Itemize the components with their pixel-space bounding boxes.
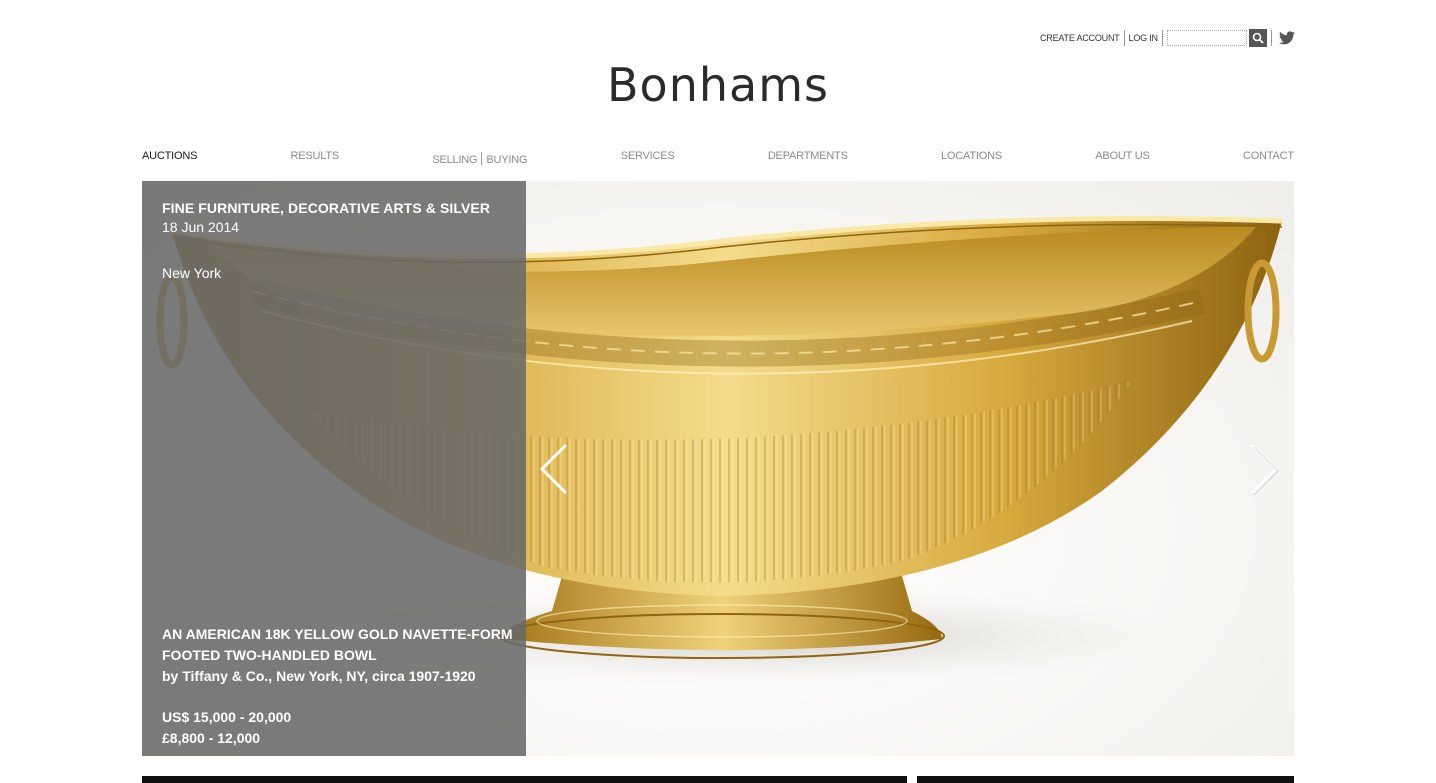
twitter-link[interactable]: [1278, 29, 1296, 47]
sale-title[interactable]: FINE FURNITURE, DECORATIVE ARTS & SILVER: [162, 200, 490, 216]
lot-title: AN AMERICAN 18K YELLOW GOLD NAVETTE-FORM…: [162, 626, 513, 663]
estimate-usd: US$ 15,000 - 20,000: [162, 709, 292, 725]
search-icon: [1252, 32, 1264, 44]
carousel-next-button[interactable]: [1244, 439, 1284, 499]
lot-maker: by Tiffany & Co., New York, NY, circa 19…: [162, 668, 476, 684]
estimate-gbp: £8,800 - 12,000: [162, 730, 261, 746]
main-nav: AUCTIONS RESULTS SELLING BUYING SERVICES …: [142, 150, 1294, 168]
search-input[interactable]: [1166, 30, 1247, 46]
nav-about-us[interactable]: ABOUT US: [1095, 150, 1150, 168]
divider: [1270, 30, 1272, 46]
lot-description[interactable]: AN AMERICAN 18K YELLOW GOLD NAVETTE-FORM…: [162, 624, 522, 687]
divider: [1123, 30, 1125, 46]
utility-bar: CREATE ACCOUNT LOG IN: [1040, 28, 1296, 48]
lot-estimate: US$ 15,000 - 20,000 £8,800 - 12,000: [162, 707, 291, 749]
nav-locations[interactable]: LOCATIONS: [941, 150, 1002, 168]
sale-location: New York: [162, 265, 222, 281]
create-account-link[interactable]: CREATE ACCOUNT: [1040, 33, 1120, 43]
nav-results[interactable]: RESULTS: [291, 150, 340, 168]
hero-carousel[interactable]: FINE FURNITURE, DECORATIVE ARTS & SILVER…: [142, 181, 1294, 756]
divider: [481, 152, 483, 165]
nav-selling[interactable]: SELLING: [432, 154, 477, 166]
search-button[interactable]: [1248, 29, 1267, 47]
content-block-right: [917, 776, 1294, 783]
nav-selling-buying: SELLING BUYING: [432, 150, 528, 168]
nav-departments[interactable]: DEPARTMENTS: [768, 150, 848, 168]
sale-date: 18 Jun 2014: [162, 219, 240, 235]
nav-auctions[interactable]: AUCTIONS: [142, 150, 197, 168]
carousel-prev-button[interactable]: [536, 439, 576, 499]
site-logo[interactable]: Bonhams: [0, 58, 1436, 112]
auction-info-panel[interactable]: FINE FURNITURE, DECORATIVE ARTS & SILVER…: [142, 181, 526, 756]
twitter-icon: [1278, 31, 1295, 45]
nav-buying[interactable]: BUYING: [486, 154, 527, 166]
log-in-link[interactable]: LOG IN: [1129, 33, 1159, 43]
chevron-left-icon: [539, 443, 568, 495]
chevron-right-icon: [1250, 443, 1279, 496]
nav-services[interactable]: SERVICES: [621, 150, 675, 168]
nav-contact[interactable]: CONTACT: [1243, 150, 1294, 168]
divider: [1161, 30, 1163, 46]
content-block-left: [142, 776, 907, 783]
